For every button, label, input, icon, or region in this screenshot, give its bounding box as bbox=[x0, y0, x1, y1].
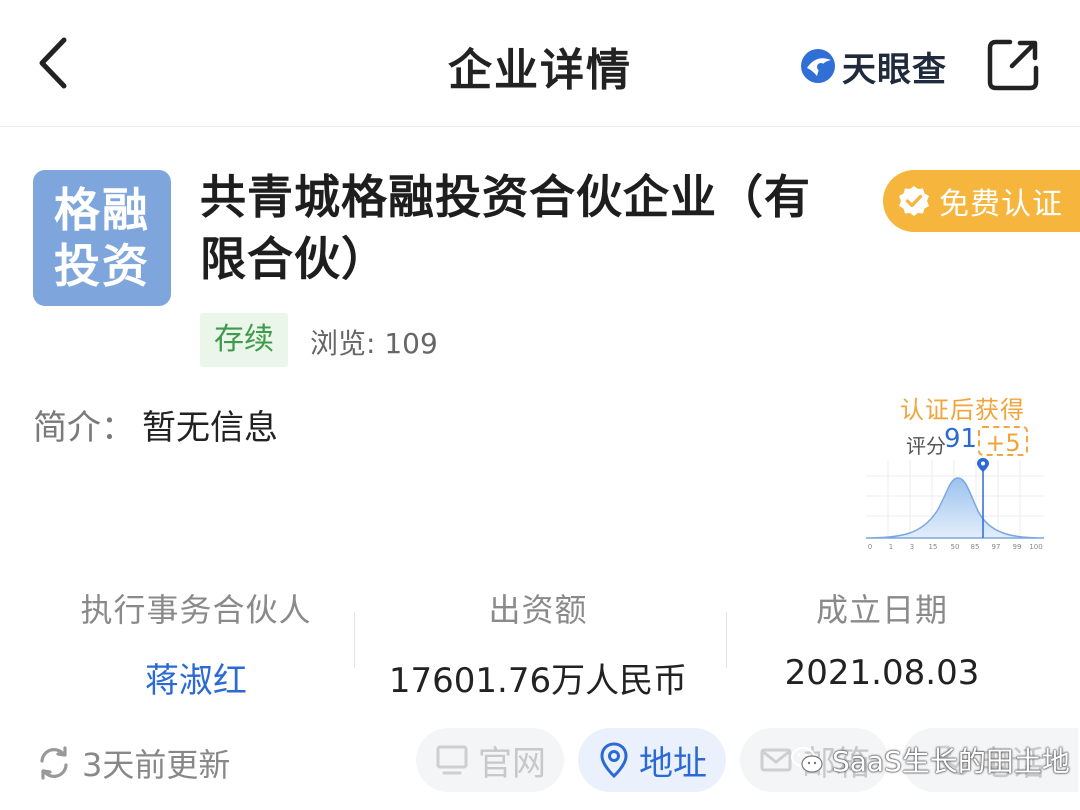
company-name-line2: 限合伙） bbox=[200, 232, 388, 286]
update-text: 3天前更新 bbox=[82, 746, 231, 784]
free-certify-button[interactable]: 免费认证 bbox=[883, 170, 1080, 232]
score-bonus-badge: +5 bbox=[978, 426, 1028, 457]
axis-tick: 0 bbox=[868, 543, 872, 551]
stat-founded: 成立日期 2021.08.03 bbox=[732, 585, 1032, 693]
website-label: 官网 bbox=[478, 743, 546, 784]
axis-tick: 3 bbox=[910, 543, 914, 551]
refresh-icon bbox=[40, 746, 68, 780]
location-pin-icon bbox=[600, 742, 628, 779]
brand-logo: 天眼查 bbox=[798, 44, 947, 90]
website-button[interactable]: 官网 bbox=[416, 728, 564, 792]
wechat-icon bbox=[790, 746, 823, 773]
intro-value: 暂无信息 bbox=[142, 408, 278, 448]
stat-capital: 出资额 17601.76万人民币 bbox=[388, 585, 688, 702]
brand-name: 天眼查 bbox=[842, 49, 947, 90]
company-name: 共青城格融投资合伙企业（有 限合伙） bbox=[200, 166, 860, 290]
status-badge: 存续 bbox=[200, 313, 288, 367]
address-label: 地址 bbox=[639, 743, 707, 784]
watermark: SaaS生长的田土地 bbox=[790, 740, 1070, 780]
score-promo-title[interactable]: 认证后获得 bbox=[900, 390, 1025, 425]
view-count: 浏览: 109 bbox=[310, 322, 438, 362]
axis-tick: 15 bbox=[929, 543, 938, 551]
mail-icon bbox=[760, 748, 792, 772]
score-value: 91 bbox=[944, 424, 978, 454]
stat-capital-value: 17601.76万人民币 bbox=[388, 661, 688, 701]
axis-tick: 100 bbox=[1029, 543, 1042, 551]
verified-badge-icon bbox=[899, 186, 929, 216]
axis-tick: 85 bbox=[971, 543, 980, 551]
stat-partner: 执行事务合伙人 蒋淑红 bbox=[46, 585, 346, 702]
score-label: 评分 bbox=[906, 434, 946, 458]
watermark-text: SaaS生长的田土地 bbox=[832, 745, 1070, 778]
stat-partner-label: 执行事务合伙人 bbox=[80, 591, 312, 629]
axis-tick: 50 bbox=[951, 543, 960, 551]
intro-label: 简介： bbox=[33, 408, 135, 448]
stat-capital-label: 出资额 bbox=[488, 591, 588, 629]
view-count-value: 109 bbox=[384, 327, 438, 360]
axis-tick: 97 bbox=[992, 543, 1001, 551]
share-button[interactable] bbox=[984, 36, 1042, 94]
stat-founded-value: 2021.08.03 bbox=[784, 653, 980, 693]
monitor-icon bbox=[436, 745, 468, 775]
partner-name-link[interactable]: 蒋淑红 bbox=[46, 653, 346, 702]
company-logo: 格融 投资 bbox=[33, 170, 171, 306]
score-distribution-chart[interactable]: 0 1 3 15 50 85 97 99 100 bbox=[862, 456, 1048, 554]
free-certify-label: 免费认证 bbox=[939, 187, 1063, 222]
view-count-label: 浏览: bbox=[310, 327, 385, 360]
company-logo-line1: 格融 bbox=[54, 183, 150, 237]
axis-tick: 99 bbox=[1013, 543, 1022, 551]
company-name-line1: 共青城格融投资合伙企业（有 bbox=[200, 170, 811, 224]
company-logo-line2: 投资 bbox=[54, 239, 150, 293]
update-status[interactable]: 3天前更新 bbox=[36, 740, 230, 786]
stat-divider bbox=[726, 612, 727, 668]
tianyancha-logo-icon bbox=[801, 49, 835, 83]
share-external-icon bbox=[987, 39, 1039, 91]
stat-founded-label: 成立日期 bbox=[815, 591, 948, 629]
axis-tick: 1 bbox=[889, 543, 893, 551]
stat-divider bbox=[354, 612, 355, 668]
address-button[interactable]: 地址 bbox=[578, 728, 726, 792]
